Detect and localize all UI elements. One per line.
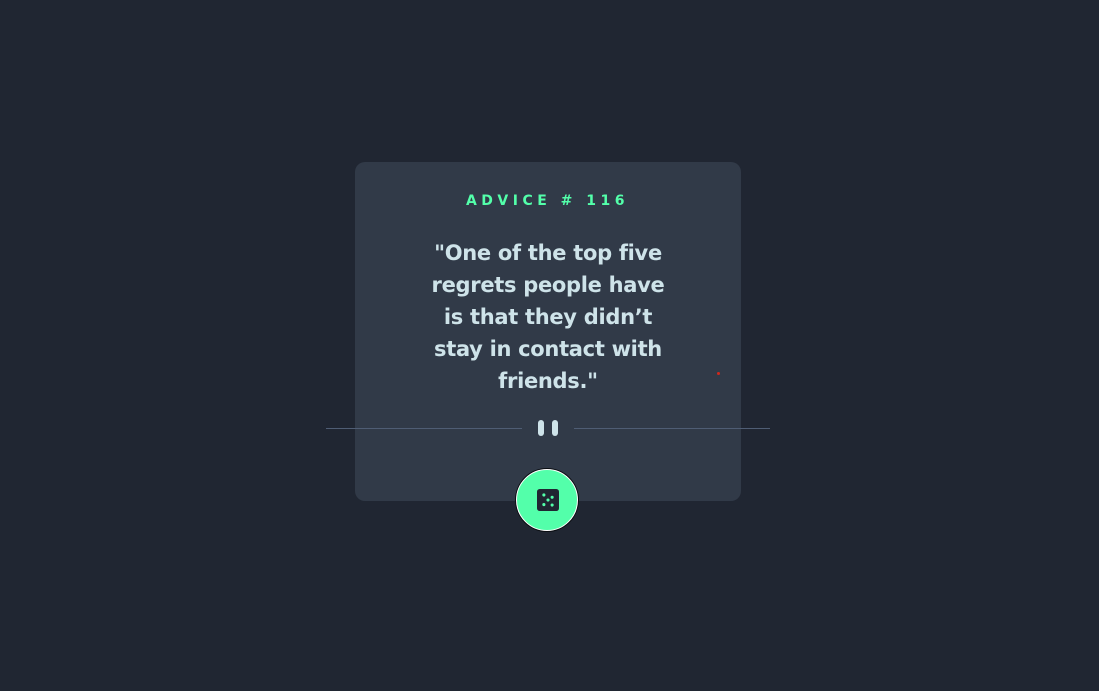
page: ADVICE # 116 "One of the top five regret… [0, 0, 1099, 691]
red-dot-marker [717, 372, 720, 375]
divider-line-right [574, 428, 770, 429]
pause-bar-right [552, 420, 558, 436]
pause-bar-left [538, 420, 544, 436]
advice-id-label: ADVICE # 116 [465, 193, 630, 209]
pause-icon [538, 420, 558, 436]
generate-advice-button[interactable] [516, 469, 578, 531]
advice-quote: "One of the top five regrets people have… [431, 241, 665, 393]
dice-icon [537, 489, 559, 511]
divider-line-left [326, 428, 522, 429]
